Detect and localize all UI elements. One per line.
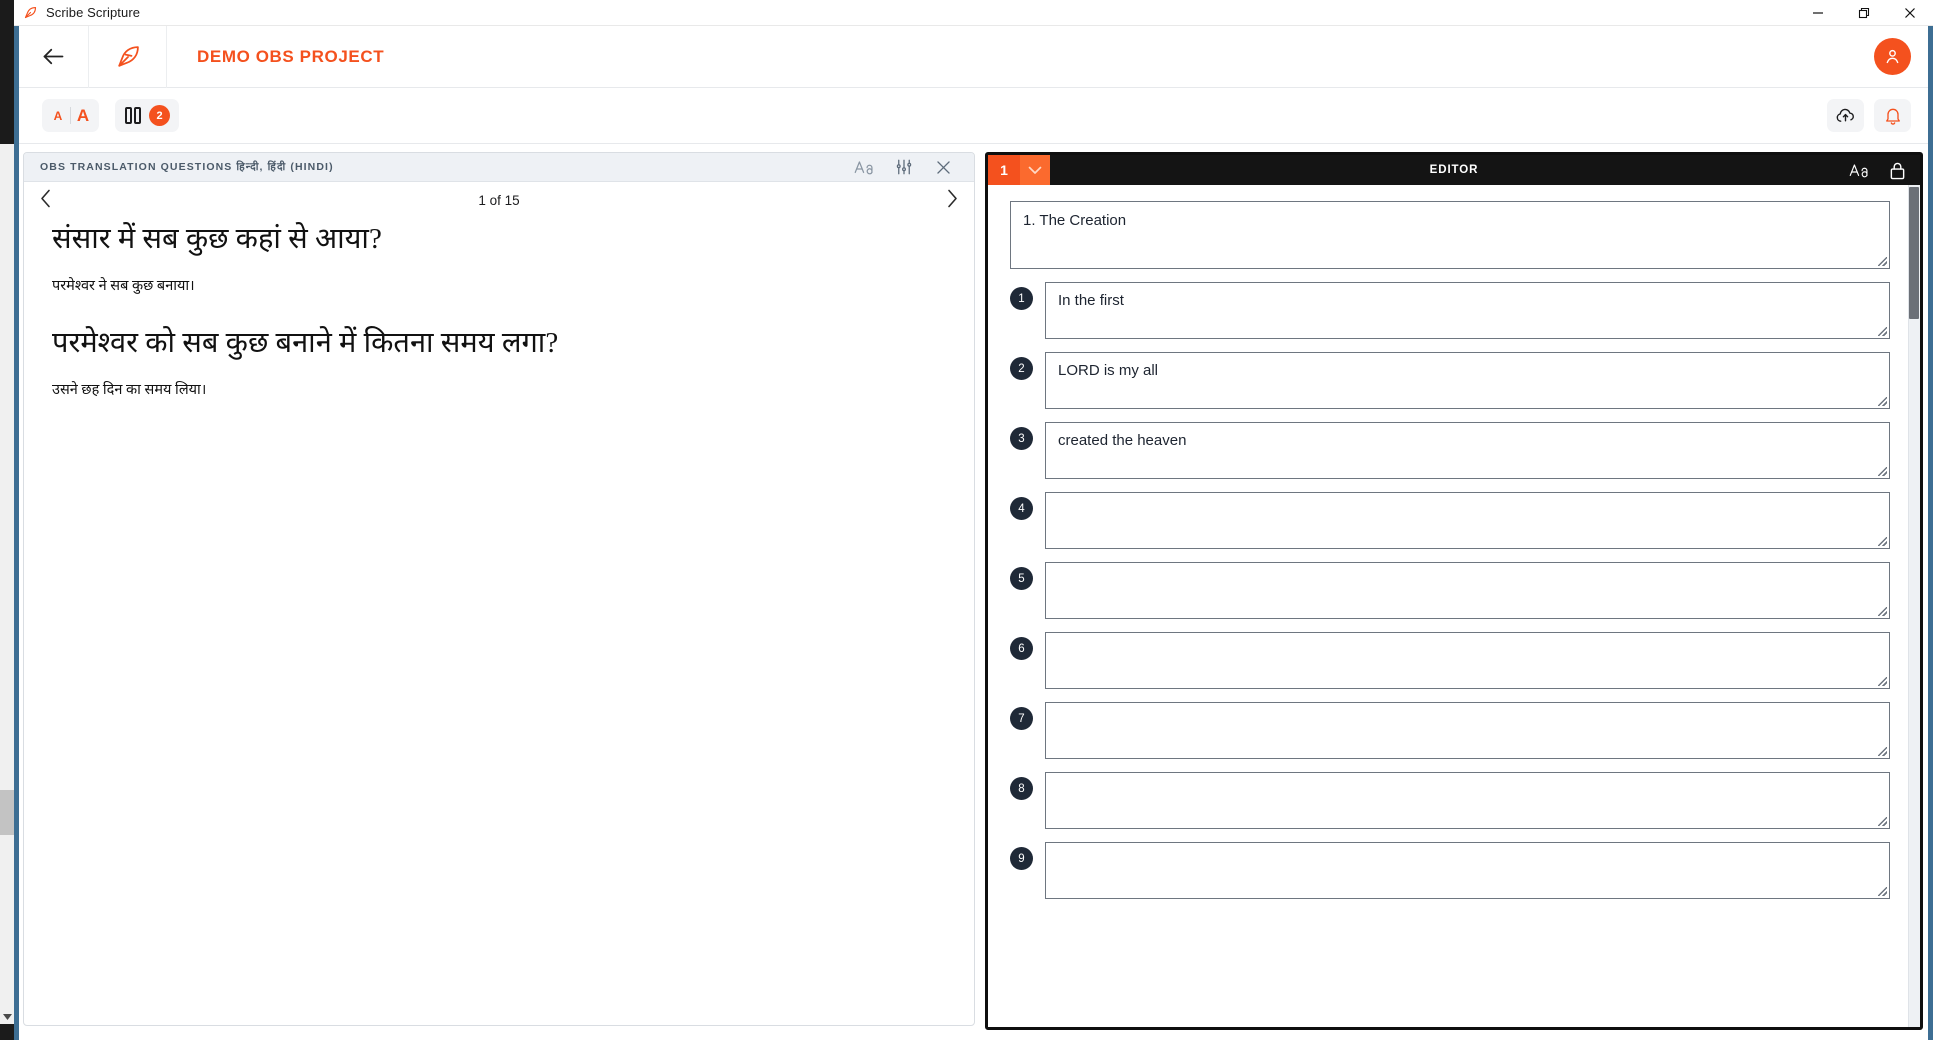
verse-text: LORD is my all xyxy=(1058,362,1159,379)
workspace: OBS TRANSLATION QUESTIONS हिन्दी, हिंदी … xyxy=(19,144,1928,1040)
verse-row: 1 In the first xyxy=(1010,282,1890,339)
feather-quill-icon xyxy=(22,5,38,21)
editor-vertical-scrollbar[interactable] xyxy=(1908,185,1920,1027)
editor-panel: 1 EDITOR 1. The Creation 1 In the first … xyxy=(985,152,1923,1030)
verse-input[interactable]: LORD is my all xyxy=(1045,352,1890,409)
resize-grip[interactable] xyxy=(1878,747,1887,756)
scrollbar-thumb[interactable] xyxy=(1909,187,1919,319)
question-text: परमेश्वर को सब कुछ बनाने में कितना समय ल… xyxy=(52,326,559,359)
window-controls xyxy=(1795,0,1933,26)
arrow-left-icon xyxy=(43,48,64,65)
verse-text: created the heaven xyxy=(1058,432,1187,449)
verse-row: 6 xyxy=(1010,632,1890,689)
sync-upload-button[interactable] xyxy=(1827,99,1864,132)
resource-panel-header: OBS TRANSLATION QUESTIONS हिन्दी, हिंदी … xyxy=(24,153,974,182)
sliders-icon[interactable] xyxy=(895,158,913,176)
resize-grip[interactable] xyxy=(1878,467,1887,476)
scrollbar-end-cap xyxy=(0,1024,14,1040)
verse-row: 8 xyxy=(1010,772,1890,829)
verse-number: 2 xyxy=(1010,357,1033,380)
font-size-icon[interactable] xyxy=(854,159,874,175)
resize-grip[interactable] xyxy=(1878,537,1887,546)
user-avatar-icon xyxy=(1886,49,1899,64)
application-window: Scribe Scripture DEMO OBS PROJECT A A 2 … xyxy=(0,0,1933,1040)
verse-row: 3 created the heaven xyxy=(1010,422,1890,479)
resource-navigation: 1 of 15 xyxy=(24,182,974,218)
verse-row: 5 xyxy=(1010,562,1890,619)
verse-input[interactable] xyxy=(1045,562,1890,619)
story-title-field[interactable]: 1. The Creation xyxy=(1010,201,1890,269)
question-counter: 1 of 15 xyxy=(478,192,520,208)
editor-panel-actions xyxy=(1849,161,1906,180)
verse-text: In the first xyxy=(1058,292,1124,309)
font-size-group: A A xyxy=(42,99,99,132)
verse-row: 2 LORD is my all xyxy=(1010,352,1890,409)
resize-grip[interactable] xyxy=(1878,607,1887,616)
answer-text: उसने छह दिन का समय लिया। xyxy=(52,381,207,398)
lock-icon[interactable] xyxy=(1889,161,1906,180)
app-header: DEMO OBS PROJECT xyxy=(19,25,1928,88)
verse-input[interactable] xyxy=(1045,492,1890,549)
verse-number: 3 xyxy=(1010,427,1033,450)
notifications-button[interactable] xyxy=(1874,99,1911,132)
scrollbar-thumb[interactable] xyxy=(0,790,14,835)
verse-number: 7 xyxy=(1010,707,1033,730)
maximize-button[interactable] xyxy=(1841,0,1887,26)
verse-row: 9 xyxy=(1010,842,1890,899)
verse-number: 4 xyxy=(1010,497,1033,520)
resize-grip[interactable] xyxy=(1878,817,1887,826)
resize-grip[interactable] xyxy=(1878,887,1887,896)
close-icon[interactable] xyxy=(934,158,953,177)
close-button[interactable] xyxy=(1887,0,1933,26)
verse-number: 6 xyxy=(1010,637,1033,660)
window-title: Scribe Scripture xyxy=(46,5,141,20)
verse-number: 9 xyxy=(1010,847,1033,870)
resize-grip[interactable] xyxy=(1878,677,1887,686)
avatar[interactable] xyxy=(1874,38,1911,75)
editor-panel-title: EDITOR xyxy=(1429,164,1479,176)
minimize-button[interactable] xyxy=(1795,0,1841,26)
resource-panel: OBS TRANSLATION QUESTIONS हिन्दी, हिंदी … xyxy=(23,152,975,1026)
verse-input[interactable] xyxy=(1045,842,1890,899)
verse-row: 7 xyxy=(1010,702,1890,759)
verse-row: 4 xyxy=(1010,492,1890,549)
bell-icon xyxy=(1885,108,1900,125)
two-columns-icon xyxy=(125,107,141,124)
verse-number: 8 xyxy=(1010,777,1033,800)
toolbar: A A 2 xyxy=(19,88,1928,144)
verse-input[interactable]: created the heaven xyxy=(1045,422,1890,479)
columns-layout-button[interactable]: 2 xyxy=(115,99,179,132)
resource-panel-title: OBS TRANSLATION QUESTIONS हिन्दी, हिंदी … xyxy=(40,161,334,173)
window-vertical-scrollbar[interactable] xyxy=(0,144,14,1040)
question-text: संसार में सब कुछ कहां से आया? xyxy=(52,223,382,255)
window-frame-right-accent xyxy=(1928,26,1933,1040)
resource-panel-actions xyxy=(854,158,953,177)
scroll-down-arrow-icon[interactable] xyxy=(0,1010,14,1024)
verse-number: 1 xyxy=(1010,287,1033,310)
font-decrease-button[interactable]: A xyxy=(46,101,70,130)
resource-content: संसार में सब कुछ कहां से आया? परमेश्वर न… xyxy=(24,218,974,402)
verse-input[interactable] xyxy=(1045,702,1890,759)
story-title-value: 1. The Creation xyxy=(1023,212,1127,229)
verse-input[interactable] xyxy=(1045,772,1890,829)
verse-number: 5 xyxy=(1010,567,1033,590)
page-title: DEMO OBS PROJECT xyxy=(197,46,385,66)
toolbar-actions xyxy=(1827,99,1911,132)
feather-quill-icon xyxy=(117,45,139,67)
resize-grip[interactable] xyxy=(1878,397,1887,406)
app-logo-button[interactable] xyxy=(89,25,167,88)
editor-panel-header: 1 EDITOR xyxy=(988,155,1920,185)
font-size-icon[interactable] xyxy=(1849,162,1869,178)
resize-grip[interactable] xyxy=(1878,257,1887,266)
back-button[interactable] xyxy=(19,25,89,88)
cloud-upload-icon xyxy=(1836,108,1854,122)
title-bar: Scribe Scripture xyxy=(14,0,1933,26)
editor-content: 1. The Creation 1 In the first 2 LORD is… xyxy=(988,185,1908,1027)
resize-grip[interactable] xyxy=(1878,327,1887,336)
answer-text: परमेश्वर ने सब कुछ बनाया। xyxy=(52,278,195,295)
font-increase-button[interactable]: A xyxy=(71,101,95,130)
verse-input[interactable] xyxy=(1045,632,1890,689)
columns-count-badge: 2 xyxy=(149,105,170,126)
verse-input[interactable]: In the first xyxy=(1045,282,1890,339)
